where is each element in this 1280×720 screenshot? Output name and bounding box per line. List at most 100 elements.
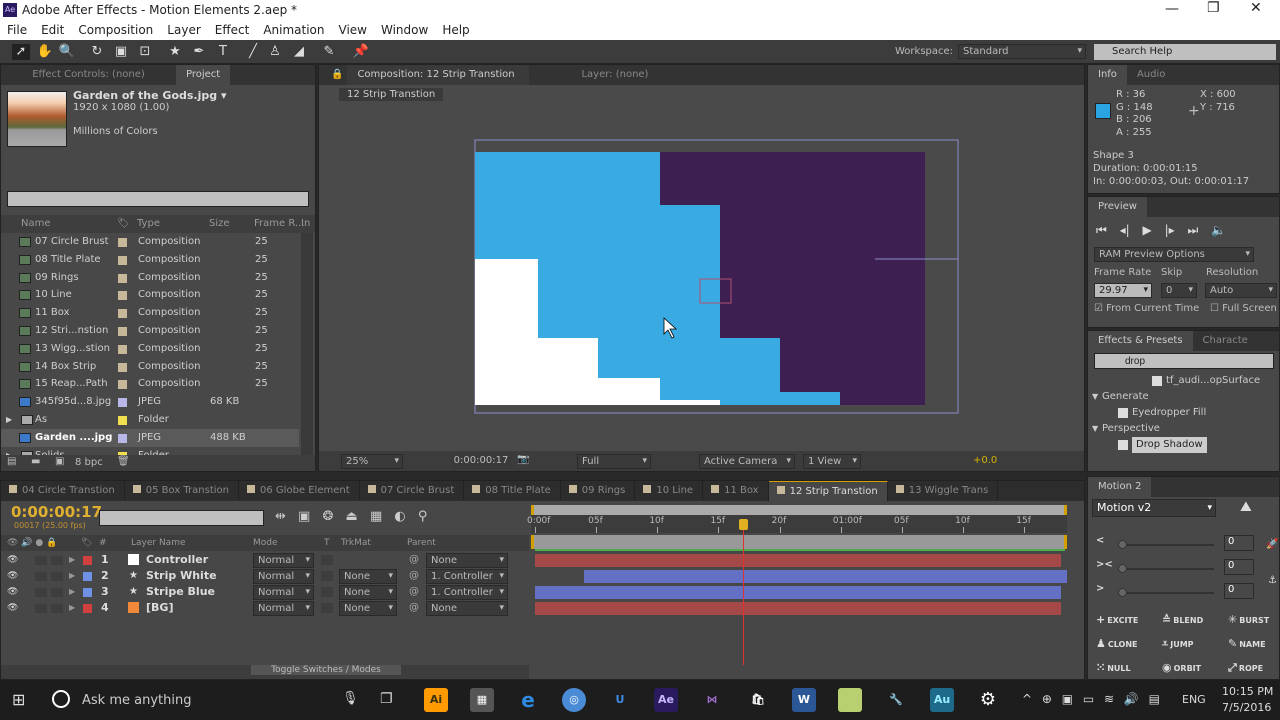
motion-jump-button[interactable]: ⩡ JUMP <box>1162 637 1194 651</box>
layer-duration-bar[interactable] <box>535 554 1061 567</box>
motion-value-input[interactable]: 0 <box>1224 583 1254 599</box>
label-color-swatch[interactable] <box>118 416 127 425</box>
menu-effect[interactable]: Effect <box>208 20 257 40</box>
blend-mode-dropdown[interactable]: Normal <box>253 553 314 568</box>
parent-dropdown[interactable]: None <box>426 601 508 616</box>
camera-dropdown[interactable]: Active Camera <box>699 454 795 469</box>
pick-whip-icon[interactable]: @ <box>409 552 419 568</box>
col-name[interactable]: Name <box>21 215 51 233</box>
collapse-arrow-icon[interactable]: ▼ <box>1092 389 1098 405</box>
resolution-dropdown-preview[interactable]: Auto <box>1205 283 1277 298</box>
preserve-transparency-switch[interactable] <box>321 587 333 597</box>
clock-date[interactable]: 7/5/2016 <box>1222 701 1271 714</box>
timeline-tab[interactable]: 12 Strip Transtion <box>768 481 888 501</box>
layer-row[interactable]: 👁 ▶ 2 ★ Strip White Normal None @1. Controller <box>1 568 529 584</box>
lock-switch[interactable] <box>51 572 63 581</box>
track-matte-dropdown[interactable]: None <box>339 601 397 616</box>
timeline-tab[interactable]: 04 Circle Transtion <box>1 481 125 501</box>
shape-tool-icon[interactable]: ★ <box>166 44 184 60</box>
comp-breadcrumb[interactable]: 12 Strip Transtion <box>339 88 444 101</box>
tab-audio[interactable]: Audio <box>1127 65 1175 85</box>
motion-orbit-button[interactable]: ◉ ORBIT <box>1162 661 1201 674</box>
eraser-tool-icon[interactable]: ◢ <box>290 44 308 60</box>
cortana-icon[interactable] <box>52 690 70 708</box>
clock-time[interactable]: 10:15 PM <box>1222 685 1273 698</box>
layer-label-color[interactable] <box>83 588 92 597</box>
parent-dropdown[interactable]: 1. Controller <box>426 585 508 600</box>
project-search-input[interactable] <box>7 191 309 207</box>
time-navigator[interactable] <box>531 535 1067 549</box>
visibility-eye-icon[interactable]: 👁 <box>7 552 18 568</box>
visibility-eye-icon[interactable]: 👁 <box>7 568 18 584</box>
settings-icon[interactable]: ⚙ <box>976 688 1000 712</box>
label-color-swatch[interactable] <box>118 291 127 301</box>
calendar-app-icon[interactable]: ▦ <box>470 688 494 712</box>
timeline-tab[interactable]: 11 Box <box>703 481 769 501</box>
blend-mode-dropdown[interactable]: Normal <box>253 569 314 584</box>
label-color-swatch[interactable] <box>118 344 127 354</box>
bpc-button[interactable]: 8 bpc <box>75 457 103 468</box>
audio-icon[interactable]: 🔈 <box>1211 223 1226 237</box>
label-color-swatch[interactable] <box>118 398 127 408</box>
motion-blur-icon[interactable]: ▦ <box>370 509 382 524</box>
collapse-arrow-icon[interactable]: ▼ <box>1092 421 1098 437</box>
play-icon[interactable]: ▶ <box>1143 223 1152 237</box>
parent-dropdown[interactable]: None <box>426 553 508 568</box>
visibility-eye-icon[interactable]: 👁 <box>7 584 18 600</box>
project-scrollbar[interactable] <box>301 233 313 455</box>
tab-info[interactable]: Info <box>1088 65 1127 85</box>
layer-row[interactable]: 👁 ▶ 4 [BG] Normal None @ None <box>1 600 529 616</box>
motion-slider-handle[interactable] <box>1118 540 1127 549</box>
anchor-icon[interactable]: ⚓ <box>1268 575 1277 586</box>
motion-burst-button[interactable]: ✳ BURST <box>1228 613 1269 626</box>
motion-clone-button[interactable]: ♟ CLONE <box>1096 637 1138 650</box>
effects-item[interactable]: tf_audi...opSurface <box>1088 373 1266 389</box>
exposure-value[interactable]: +0.0 <box>973 455 997 466</box>
menu-view[interactable]: View <box>332 20 374 40</box>
menu-composition[interactable]: Composition <box>71 20 160 40</box>
new-comp-icon[interactable]: ▣ <box>55 456 64 467</box>
label-color-swatch[interactable] <box>118 327 127 336</box>
label-color-swatch[interactable] <box>118 433 127 443</box>
expand-arrow-icon[interactable]: ▶ <box>69 600 75 616</box>
menu-edit[interactable]: Edit <box>34 20 71 40</box>
label-color-swatch[interactable] <box>118 238 127 247</box>
label-column-icon[interactable]: 🏷 <box>117 215 130 233</box>
label-color-swatch[interactable] <box>118 380 127 390</box>
store-icon[interactable]: 🛍 <box>746 688 770 712</box>
full-screen-checkbox[interactable]: ☐ Full Screen <box>1210 303 1277 314</box>
layer-name[interactable]: Stripe Blue <box>146 584 215 600</box>
effects-item[interactable]: Drop Shadow <box>1088 437 1266 453</box>
motion-slider-track[interactable] <box>1120 544 1214 546</box>
layer-label-color[interactable] <box>83 572 92 581</box>
illustrator-icon[interactable]: Ai <box>424 688 448 712</box>
tab-motion2[interactable]: Motion 2 <box>1088 477 1152 497</box>
selection-tool-icon[interactable]: ➚ <box>12 44 30 60</box>
selected-item-name[interactable]: Garden of the Gods.jpg ▾ <box>73 89 226 102</box>
pan-behind-tool-icon[interactable]: ⊡ <box>136 44 154 60</box>
layer-duration-bar[interactable] <box>583 570 1067 583</box>
tray-icons[interactable]: ^ ⊕ ▣ ▭ ≋ 🔊 ▤ <box>1022 692 1160 706</box>
expand-arrow-icon[interactable]: ▶ <box>69 552 75 568</box>
audition-icon[interactable]: Au <box>930 688 954 712</box>
motion-preset-dropdown[interactable]: Motion v2 <box>1092 499 1216 517</box>
preserve-transparency-switch[interactable] <box>321 571 333 581</box>
timecode-display[interactable]: 0:00:00:17 <box>451 454 511 469</box>
search-help-field[interactable]: Search Help <box>1094 44 1276 60</box>
col-type[interactable]: Type <box>137 215 160 233</box>
project-item[interactable]: 14 Box Strip Composition 25 <box>1 358 299 376</box>
frame-blending-icon[interactable]: ⏏ <box>346 509 358 524</box>
preserve-transparency-switch[interactable] <box>321 555 333 565</box>
workspace-dropdown[interactable]: Standard <box>958 44 1086 59</box>
motion-rope-button[interactable]: ⤢ ROPE <box>1228 661 1263 675</box>
chrome-icon[interactable]: ◎ <box>562 688 586 712</box>
ram-preview-dropdown[interactable]: RAM Preview Options <box>1094 247 1254 262</box>
timeline-tab[interactable]: 13 Wiggle Trans <box>888 481 999 501</box>
pick-whip-icon[interactable]: @ <box>409 568 419 584</box>
tab-preview[interactable]: Preview <box>1088 197 1147 217</box>
hide-shy-icon[interactable]: ❂ <box>322 509 333 524</box>
project-item[interactable]: 07 Circle Brust Composition 25 <box>1 233 299 251</box>
tab-effect-controls[interactable]: Effect Controls: (none) <box>1 65 176 85</box>
playhead[interactable] <box>742 519 744 665</box>
magnification-dropdown[interactable]: 25% <box>341 454 403 469</box>
